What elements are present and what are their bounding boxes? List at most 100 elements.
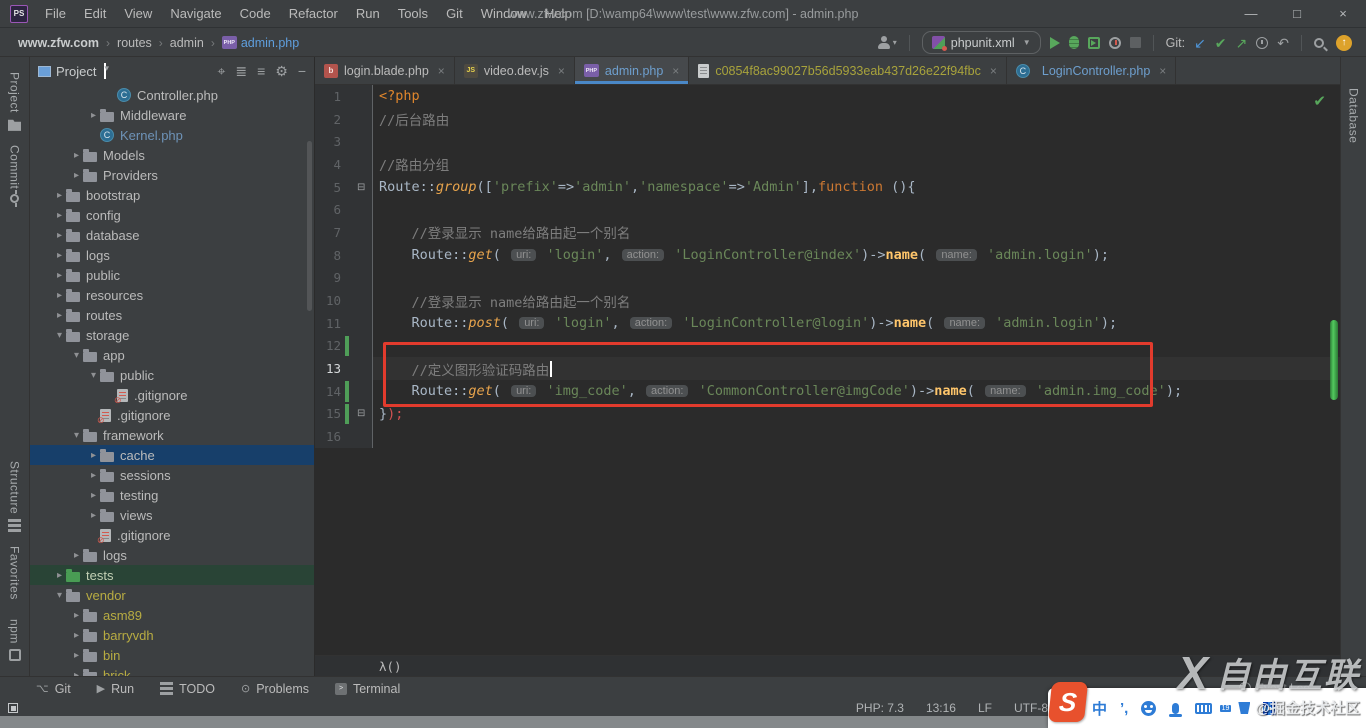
code-line-text[interactable]: Route:: get( uri: 'login', action: 'Login… — [373, 244, 1340, 267]
editor-tab-video.dev.js[interactable]: JS video.dev.js × — [455, 57, 575, 84]
code-line-text[interactable]: //后台路由 — [373, 108, 1340, 131]
menu-item-edit[interactable]: Edit — [75, 2, 115, 25]
git-push-button[interactable]: ↗ — [1236, 36, 1248, 50]
tree-row-logs[interactable]: ▸ logs — [30, 245, 314, 265]
line-number[interactable]: 15 — [315, 406, 341, 421]
breadcrumb-item[interactable]: www.zfw.com — [18, 36, 99, 50]
line-number[interactable]: 9 — [315, 270, 341, 285]
ime-menu-grid-icon[interactable] — [1263, 701, 1277, 715]
gutter-line[interactable]: 4 — [315, 153, 373, 176]
tool-stripe-button-favorites[interactable]: Favorites — [8, 539, 22, 612]
tree-row-resources[interactable]: ▸ resources — [30, 285, 314, 305]
tree-row-routes[interactable]: ▸ routes — [30, 305, 314, 325]
stop-button[interactable] — [1129, 37, 1141, 48]
tree-row-Middleware[interactable]: ▸ Middleware — [30, 105, 314, 125]
tree-row-bin[interactable]: ▸ bin — [30, 645, 314, 665]
fold-marker-icon[interactable]: ⊟ — [357, 182, 365, 193]
chevron-right-icon[interactable]: ▸ — [53, 230, 66, 241]
ime-mode-toggle[interactable]: 中 — [1092, 698, 1107, 719]
tree-row-sessions[interactable]: ▸ sessions — [30, 465, 314, 485]
code-line-text[interactable]: Route:: group(['prefix' =>'admin','namespa… — [373, 176, 1340, 199]
chevron-right-icon[interactable]: ▸ — [53, 250, 66, 261]
code-line-text[interactable]: //登录显示 name给路由起一个别名 — [373, 221, 1340, 244]
line-number[interactable]: 4 — [315, 157, 341, 172]
line-number[interactable]: 13 — [315, 361, 341, 376]
close-icon[interactable]: × — [672, 64, 679, 78]
chevron-right-icon[interactable]: ▸ — [70, 630, 83, 641]
tree-row-framework[interactable]: ▾ framework — [30, 425, 314, 445]
profile-button[interactable]: ▾ — [877, 35, 897, 50]
gutter-line[interactable]: 8 — [315, 243, 373, 267]
code-line-text[interactable]: //定义图形验证码路由 — [373, 357, 1340, 380]
gutter-line[interactable]: 6 — [315, 198, 373, 222]
chevron-right-icon[interactable]: ▸ — [53, 310, 66, 321]
tool-window-switcher-icon[interactable] — [8, 703, 18, 713]
chevron-right-icon[interactable]: ▸ — [87, 470, 100, 481]
line-number[interactable]: 16 — [315, 429, 341, 444]
code-line-text[interactable]: Route:: get( uri: 'img_code', action: 'Co… — [373, 380, 1340, 403]
close-icon[interactable]: × — [1159, 64, 1166, 78]
menu-item-file[interactable]: File — [36, 2, 75, 25]
gutter-line[interactable]: 16 — [315, 425, 373, 448]
microphone-icon[interactable] — [1169, 702, 1183, 717]
editor-tab-login.blade.php[interactable]: b login.blade.php × — [315, 57, 455, 84]
tree-row-Kernel.php[interactable]: C Kernel.php — [30, 125, 314, 145]
chevron-right-icon[interactable]: ▸ — [87, 110, 100, 121]
emoji-icon[interactable] — [1141, 700, 1157, 716]
code-line-text[interactable] — [373, 425, 1340, 448]
gutter-line[interactable]: 1 — [315, 85, 373, 108]
gutter-line[interactable]: 9 — [315, 266, 373, 290]
tree-row-tests[interactable]: ▸ tests — [30, 565, 314, 585]
tree-row-storage[interactable]: ▾ storage — [30, 325, 314, 345]
line-number[interactable]: 6 — [315, 202, 341, 217]
search-everywhere-button[interactable] — [1314, 37, 1324, 48]
hide-panel-icon[interactable]: − — [298, 63, 306, 79]
line-ending-widget[interactable]: LF — [978, 701, 992, 715]
menu-item-run[interactable]: Run — [347, 2, 389, 25]
chevron-right-icon[interactable]: ▸ — [70, 150, 83, 161]
chevron-right-icon[interactable]: ▸ — [53, 290, 66, 301]
gutter-line[interactable]: 7 — [315, 221, 373, 244]
git-update-button[interactable]: ↙ — [1194, 36, 1206, 50]
scrollbar-change-marker[interactable] — [1330, 320, 1338, 400]
gutter-line[interactable]: 12 — [315, 334, 373, 358]
line-number[interactable]: 14 — [315, 384, 341, 399]
line-number[interactable]: 8 — [315, 248, 341, 263]
breadcrumb-file[interactable]: admin.php — [241, 36, 299, 50]
tree-row-views[interactable]: ▸ views — [30, 505, 314, 525]
tree-row-Providers[interactable]: ▸ Providers — [30, 165, 314, 185]
fold-marker-icon[interactable]: ⊟ — [357, 408, 365, 419]
chevron-right-icon[interactable]: ▸ — [53, 190, 66, 201]
code-line-text[interactable] — [373, 267, 1340, 290]
toolbox-icon[interactable] — [1238, 702, 1251, 714]
gutter-line[interactable]: 5 ⊟ — [315, 175, 373, 199]
chevron-right-icon[interactable]: ▸ — [53, 270, 66, 281]
locate-icon[interactable]: ⌖ — [217, 63, 225, 80]
collapse-all-icon[interactable]: ≡ — [257, 63, 265, 79]
tree-row-Controller.php[interactable]: C Controller.php — [30, 85, 314, 105]
chevron-right-icon[interactable]: ▸ — [53, 570, 66, 581]
gutter-line[interactable]: 13 — [315, 357, 373, 380]
chevron-right-icon[interactable]: ▸ — [70, 650, 83, 661]
rollback-button[interactable]: ↶ — [1277, 36, 1289, 50]
tree-row-public[interactable]: ▾ public — [30, 365, 314, 385]
tree-row-testing[interactable]: ▸ testing — [30, 485, 314, 505]
chevron-right-icon[interactable]: ▸ — [53, 210, 66, 221]
close-icon[interactable]: × — [990, 64, 997, 78]
tool-stripe-button-project[interactable]: Project — [8, 65, 22, 138]
history-button[interactable] — [1256, 36, 1269, 49]
tool-window-button-terminal[interactable]: > Terminal — [334, 682, 400, 696]
code-line-text[interactable] — [373, 130, 1340, 153]
maximize-button[interactable]: □ — [1274, 0, 1320, 28]
tree-row-Models[interactable]: ▸ Models — [30, 145, 314, 165]
tree-row-vendor[interactable]: ▾ vendor — [30, 585, 314, 605]
editor-tab-LoginController.php[interactable]: C LoginController.php × — [1007, 57, 1177, 84]
ime-punctuation-toggle[interactable]: ’, — [1120, 700, 1128, 717]
tree-row-public[interactable]: ▸ public — [30, 265, 314, 285]
chevron-right-icon[interactable]: ▸ — [70, 610, 83, 621]
gutter-line[interactable]: 2 — [315, 107, 373, 131]
tool-stripe-button-commit[interactable]: Commit — [8, 138, 22, 210]
close-icon[interactable]: × — [558, 64, 565, 78]
code-line-text[interactable] — [373, 198, 1340, 221]
menu-item-tools[interactable]: Tools — [389, 2, 437, 25]
